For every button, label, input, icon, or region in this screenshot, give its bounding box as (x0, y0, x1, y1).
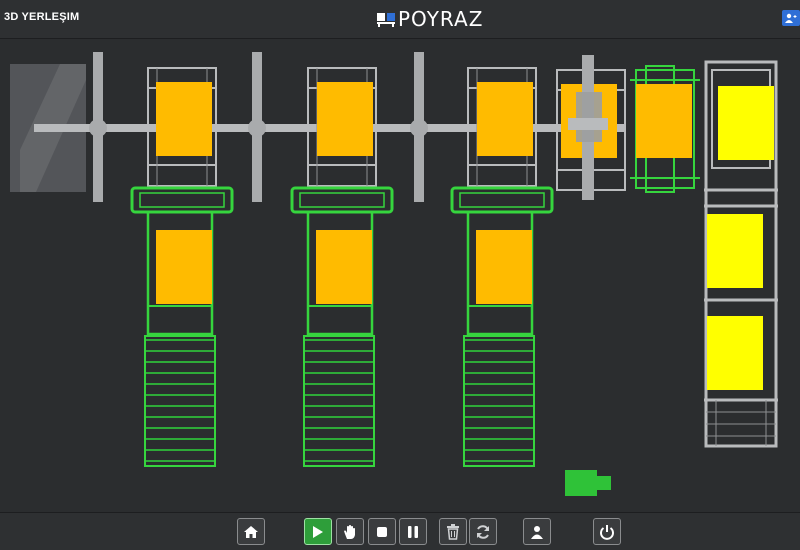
page-title: 3D YERLEŞIM (4, 11, 80, 23)
pallet (317, 82, 373, 156)
control-toolbar (0, 512, 800, 550)
play-icon (313, 525, 323, 538)
reset-button[interactable] (469, 518, 497, 545)
refresh-icon (477, 524, 489, 539)
trash-icon (447, 523, 459, 540)
motor-unit (565, 470, 611, 496)
right-stacker (704, 60, 778, 448)
pallet (156, 82, 212, 156)
delete-button[interactable] (439, 518, 467, 545)
layout-scene (10, 52, 778, 496)
pallet (316, 230, 372, 304)
app-header: 3D YERLEŞIM POYRAZ (0, 0, 800, 39)
power-icon (600, 524, 614, 540)
conveyor-line-3 (450, 186, 554, 467)
layout-3d-viewport[interactable] (0, 40, 800, 510)
logo-icon (377, 13, 395, 27)
pallet (476, 230, 532, 304)
top-rack-1 (147, 67, 217, 187)
person-icon (531, 525, 543, 539)
power-button[interactable] (593, 518, 621, 545)
pause-button[interactable] (399, 518, 427, 545)
pallet (156, 230, 212, 304)
logo-text: POYRAZ (398, 7, 484, 31)
home-icon (244, 525, 258, 538)
play-button[interactable] (304, 518, 332, 545)
brand-logo: POYRAZ (376, 7, 483, 31)
user-button[interactable] (523, 518, 551, 545)
stop-icon (377, 526, 387, 537)
user-add-icon (785, 13, 797, 23)
user-add-button[interactable] (782, 10, 800, 26)
pallet-yellow (718, 86, 774, 160)
pallet-yellow (707, 214, 763, 288)
pallet-yellow (707, 316, 763, 390)
manual-button[interactable] (336, 518, 364, 545)
top-rack-3 (467, 67, 537, 187)
pause-icon (408, 525, 418, 538)
home-button[interactable] (237, 518, 265, 545)
conveyor-line-1 (130, 186, 234, 467)
pallet (477, 82, 533, 156)
hand-icon (344, 524, 355, 539)
conveyor-line-2 (290, 186, 394, 467)
stop-button[interactable] (368, 518, 396, 545)
green-transfer-conveyor (630, 65, 700, 193)
transfer-rack (556, 55, 626, 200)
top-rack-2 (307, 67, 377, 187)
